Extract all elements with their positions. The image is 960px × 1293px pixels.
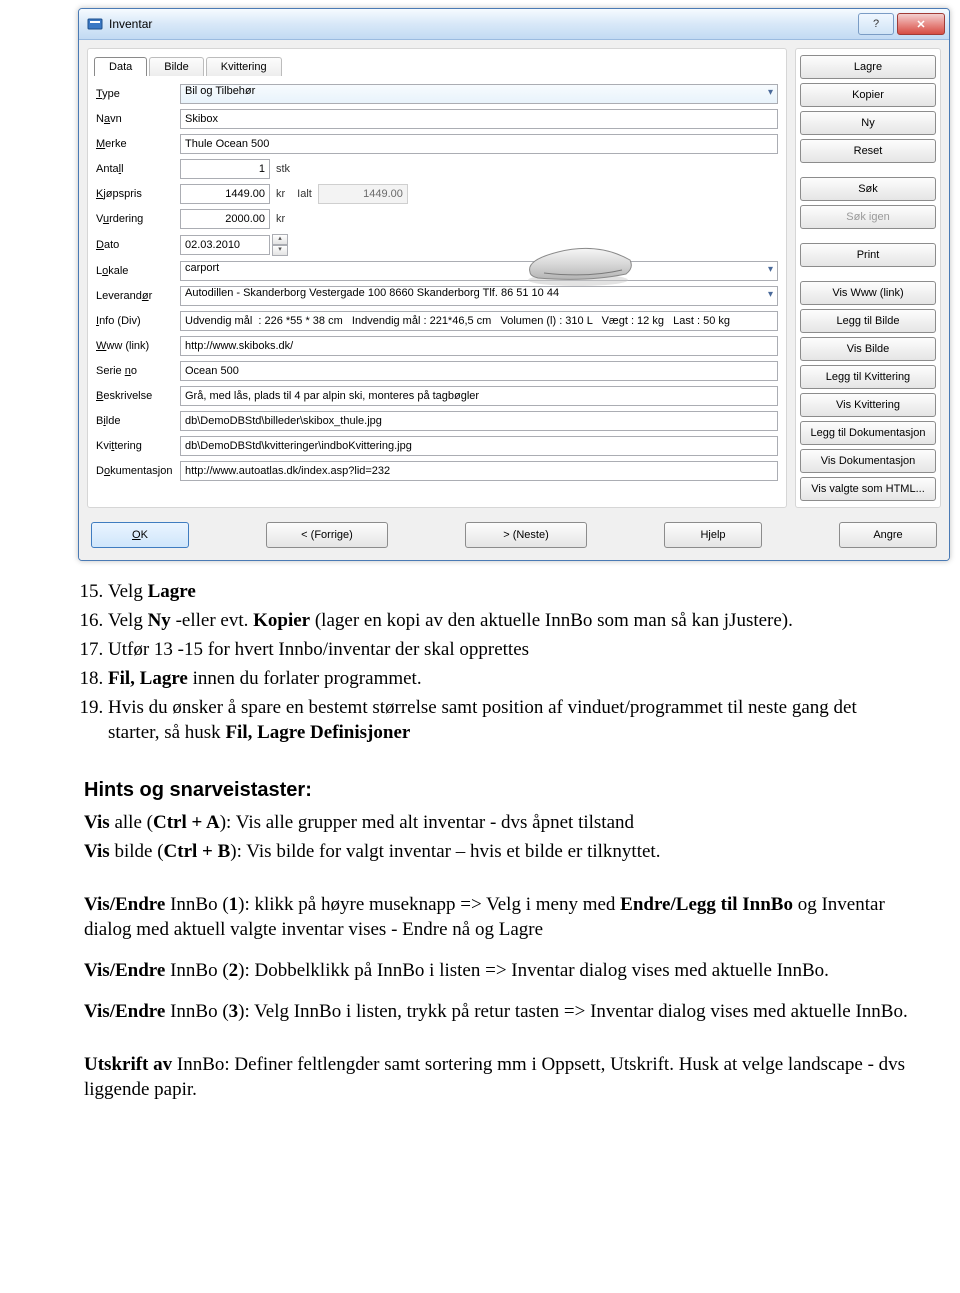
label-info: Info (Div) — [96, 315, 180, 327]
form-panel: Data Bilde Kvittering Type Bil og Tilbeh… — [87, 48, 787, 508]
date-spinner[interactable]: ▴▾ — [272, 234, 288, 256]
hint-endre-2: Vis/Endre InnBo (2): Dobbelklikk på InnB… — [84, 958, 912, 983]
hints-heading: Hints og snarveistaster: — [84, 777, 912, 803]
print-button[interactable]: Print — [800, 243, 936, 267]
label-dato: Dato — [96, 239, 180, 251]
tab-bar: Data Bilde Kvittering — [94, 57, 778, 76]
serie-input[interactable] — [180, 361, 778, 381]
vurdering-input[interactable] — [180, 209, 270, 229]
legg-kvittering-button[interactable]: Legg til Kvittering — [800, 365, 936, 389]
ok-button[interactable]: OK — [91, 522, 189, 548]
label-kjopspris: Kjøpspris — [96, 188, 180, 200]
unit-stk: stk — [276, 163, 290, 175]
merke-input[interactable] — [180, 134, 778, 154]
hint-vis-bilde: Vis bilde (Ctrl + B): Vis bilde for valg… — [84, 839, 912, 864]
vis-www-button[interactable]: Vis Www (link) — [800, 281, 936, 305]
close-button[interactable]: ✕ — [897, 13, 945, 35]
side-button-panel: Lagre Kopier Ny Reset Søk Søk igen Print… — [795, 48, 941, 508]
help-button-bottom[interactable]: Hjelp — [664, 522, 762, 548]
dato-input[interactable] — [180, 235, 270, 255]
kvittering-input[interactable] — [180, 436, 778, 456]
lokale-select[interactable]: carport — [180, 261, 778, 281]
bottom-button-bar: OK < (Forrige) > (Neste) Hjelp Angre — [79, 512, 949, 560]
label-vurdering: Vurdering — [96, 213, 180, 225]
navn-input[interactable] — [180, 109, 778, 129]
bilde-input[interactable] — [180, 411, 778, 431]
product-preview — [518, 234, 638, 294]
inventar-dialog: Inventar ? ✕ Data Bilde Kvittering Type … — [78, 8, 950, 561]
label-kvittering: Kvittering — [96, 440, 180, 452]
label-type: Type — [96, 88, 180, 100]
li-19: Hvis du ønsker å spare en bestemt større… — [108, 695, 912, 745]
angre-button[interactable]: Angre — [839, 522, 937, 548]
unit-kr2: kr — [276, 213, 285, 225]
hint-vis-alle: Vis alle (Ctrl + A): Vis alle grupper me… — [84, 810, 912, 835]
label-merke: Merke — [96, 138, 180, 150]
li-17: Utfør 13 -15 for hvert Innbo/inventar de… — [108, 637, 912, 662]
next-button[interactable]: > (Neste) — [465, 522, 587, 548]
tab-bilde[interactable]: Bilde — [149, 57, 203, 76]
sok-igen-button: Søk igen — [800, 205, 936, 229]
dokumentasjon-input[interactable] — [180, 461, 778, 481]
app-icon — [87, 16, 103, 32]
label-dokumentasjon: Dokumentasjon — [96, 465, 180, 477]
li-16: Velg Ny -eller evt. Kopier (lager en kop… — [108, 608, 912, 633]
hint-endre-1: Vis/Endre InnBo (1): klikk på høyre muse… — [84, 892, 912, 942]
vis-bilde-button[interactable]: Vis Bilde — [800, 337, 936, 361]
vis-kvittering-button[interactable]: Vis Kvittering — [800, 393, 936, 417]
label-bilde: Bilde — [96, 415, 180, 427]
antall-input[interactable] — [180, 159, 270, 179]
label-beskrivelse: Beskrivelse — [96, 390, 180, 402]
tab-data[interactable]: Data — [94, 57, 147, 76]
beskrivelse-input[interactable] — [180, 386, 778, 406]
window-title: Inventar — [109, 17, 855, 31]
numbered-list: Velg Lagre Velg Ny -eller evt. Kopier (l… — [84, 579, 912, 745]
tab-kvittering[interactable]: Kvittering — [206, 57, 282, 76]
label-serie: Serie no — [96, 365, 180, 377]
unit-kr1: kr — [276, 188, 285, 200]
kopier-button[interactable]: Kopier — [800, 83, 936, 107]
li-15: Velg Lagre — [108, 579, 912, 604]
label-www: Www (link) — [96, 340, 180, 352]
ialt-output — [318, 184, 408, 204]
kjopspris-input[interactable] — [180, 184, 270, 204]
leverandor-select[interactable]: Autodillen - Skanderborg Vestergade 100 … — [180, 286, 778, 306]
help-button[interactable]: ? — [858, 13, 894, 35]
hint-endre-3: Vis/Endre InnBo (3): Velg InnBo i listen… — [84, 999, 912, 1024]
lagre-button[interactable]: Lagre — [800, 55, 936, 79]
prev-button[interactable]: < (Forrige) — [266, 522, 388, 548]
ny-button[interactable]: Ny — [800, 111, 936, 135]
label-leverandor: Leverandør — [96, 290, 180, 302]
titlebar[interactable]: Inventar ? ✕ — [79, 9, 949, 40]
type-select[interactable]: Bil og Tilbehør — [180, 84, 778, 104]
label-antall: Antall — [96, 163, 180, 175]
article-body: Velg Lagre Velg Ny -eller evt. Kopier (l… — [84, 579, 912, 1102]
vis-html-button[interactable]: Vis valgte som HTML... — [800, 477, 936, 501]
sok-button[interactable]: Søk — [800, 177, 936, 201]
hint-utskrift: Utskrift av InnBo: Definer feltlengder s… — [84, 1052, 912, 1102]
legg-bilde-button[interactable]: Legg til Bilde — [800, 309, 936, 333]
li-18: Fil, Lagre innen du forlater programmet. — [108, 666, 912, 691]
label-ialt: Ialt — [297, 188, 312, 200]
label-navn: Navn — [96, 113, 180, 125]
reset-button[interactable]: Reset — [800, 139, 936, 163]
label-lokale: Lokale — [96, 265, 180, 277]
www-input[interactable] — [180, 336, 778, 356]
info-input[interactable] — [180, 311, 778, 331]
legg-dokumentasjon-button[interactable]: Legg til Dokumentasjon — [800, 421, 936, 445]
vis-dokumentasjon-button[interactable]: Vis Dokumentasjon — [800, 449, 936, 473]
